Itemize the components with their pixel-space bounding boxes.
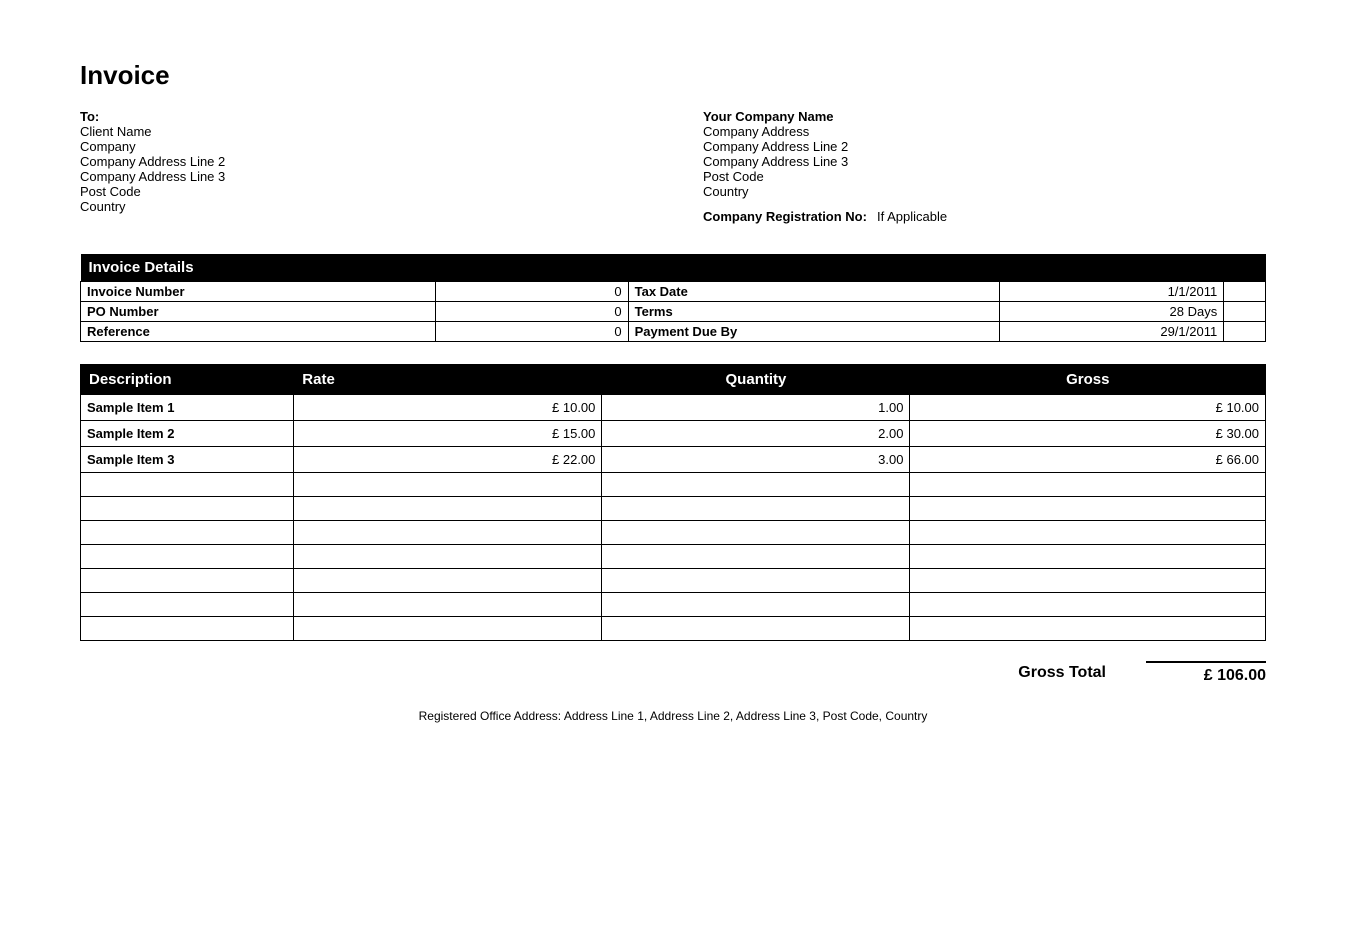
col-header-rate: Rate [294,365,602,395]
table-row: Sample Item 2 £ 15.00 2.00 £ 30.00 [81,421,1266,447]
reference-value: 0 [435,322,628,342]
col-header-quantity: Quantity [602,365,910,395]
tax-date-value: 1/1/2011 [999,282,1223,302]
invoice-title: Invoice [80,60,1266,91]
reference-label: Reference [81,322,436,342]
terms-value: 28 Days [999,302,1223,322]
item-quantity: 3.00 [602,447,910,473]
gross-total-value: £ 106.00 [1146,661,1266,685]
empty-row [81,569,1266,593]
empty-row [81,497,1266,521]
client-post-code: Post Code [80,184,643,199]
item-description: Sample Item 3 [81,447,294,473]
empty-row [81,521,1266,545]
company-address-line3: Company Address Line 3 [703,154,1266,169]
client-company: Company [80,139,643,154]
company-reg-label: Company Registration No: [703,209,867,224]
table-row: Sample Item 1 £ 10.00 1.00 £ 10.00 [81,395,1266,421]
invoice-details-table: Invoice Details Invoice Number 0 Tax Dat… [80,254,1266,342]
table-row: Sample Item 3 £ 22.00 3.00 £ 66.00 [81,447,1266,473]
item-quantity: 1.00 [602,395,910,421]
item-description: Sample Item 1 [81,395,294,421]
company-address: Company Address [703,124,1266,139]
bill-to-label: To: [80,109,643,124]
po-number-value: 0 [435,302,628,322]
empty-row [81,593,1266,617]
item-rate: £ 22.00 [294,447,602,473]
client-address-line2: Company Address Line 2 [80,154,643,169]
payment-due-label: Payment Due By [628,322,999,342]
col-header-description: Description [81,365,294,395]
items-header-row: Description Rate Quantity Gross [81,365,1266,395]
item-gross: £ 30.00 [910,421,1266,447]
item-gross: £ 10.00 [910,395,1266,421]
tax-date-label: Tax Date [628,282,999,302]
item-description: Sample Item 2 [81,421,294,447]
col-header-gross: Gross [910,365,1266,395]
empty-row [81,617,1266,641]
item-rate: £ 15.00 [294,421,602,447]
po-number-label: PO Number [81,302,436,322]
gross-total-section: Gross Total £ 106.00 [80,661,1266,685]
company-post-code: Post Code [703,169,1266,184]
payment-due-value: 29/1/2011 [999,322,1223,342]
client-address-line3: Company Address Line 3 [80,169,643,184]
items-table: Description Rate Quantity Gross Sample I… [80,364,1266,641]
invoice-details-header: Invoice Details [81,254,1266,282]
item-gross: £ 66.00 [910,447,1266,473]
header-section: To: Client Name Company Company Address … [80,109,1266,224]
invoice-number-label: Invoice Number [81,282,436,302]
company-reg-value: If Applicable [877,209,947,224]
item-quantity: 2.00 [602,421,910,447]
company-address-line2: Company Address Line 2 [703,139,1266,154]
empty-row [81,545,1266,569]
company-name: Your Company Name [703,109,1266,124]
footer-text: Registered Office Address: Address Line … [80,709,1266,723]
your-company-section: Your Company Name Company Address Compan… [643,109,1266,224]
invoice-number-value: 0 [435,282,628,302]
client-country: Country [80,199,643,214]
bill-to-section: To: Client Name Company Company Address … [80,109,643,224]
company-country: Country [703,184,1266,199]
gross-total-label: Gross Total [1018,664,1106,682]
client-name: Client Name [80,124,643,139]
item-rate: £ 10.00 [294,395,602,421]
terms-label: Terms [628,302,999,322]
empty-row [81,473,1266,497]
company-reg-row: Company Registration No: If Applicable [703,209,1266,224]
